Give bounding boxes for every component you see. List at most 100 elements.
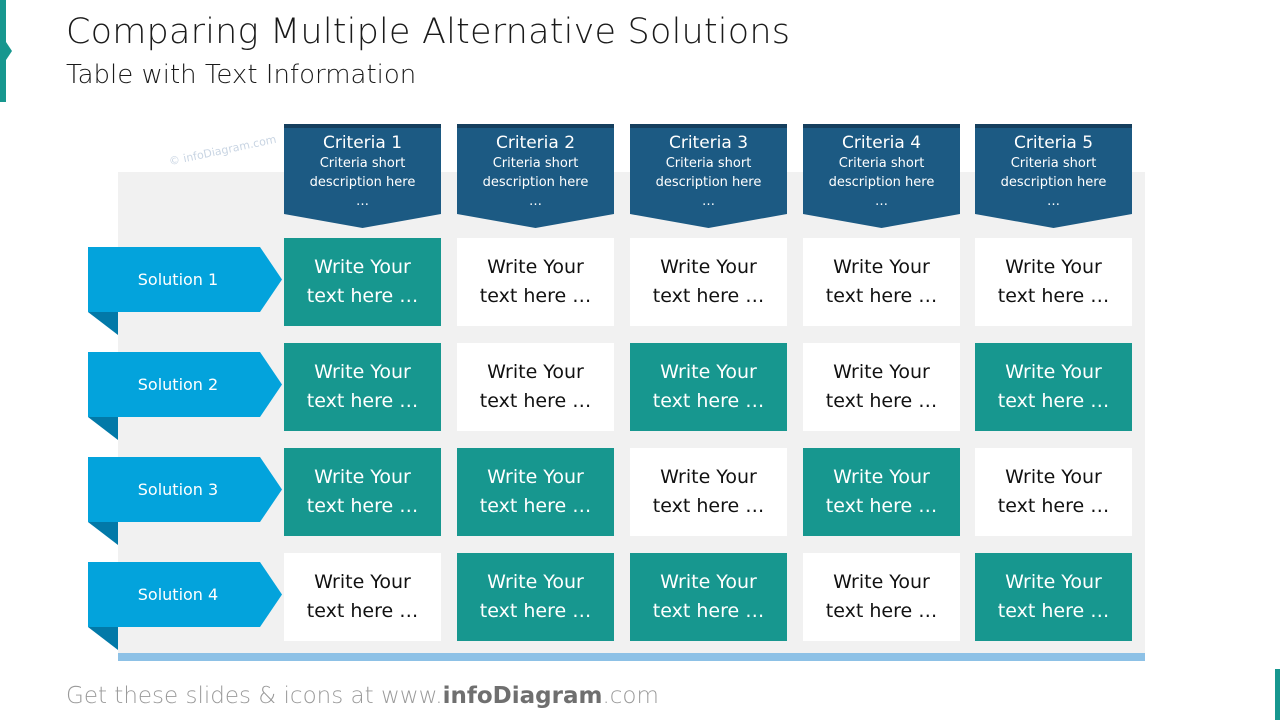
- cell-text-line1: Write Your: [833, 466, 930, 488]
- table-cell-r4-c2[interactable]: Write Your text here …: [457, 553, 614, 641]
- criteria-description-line1: Criteria short: [665, 156, 752, 171]
- cell-text-line1: Write Your: [1005, 571, 1102, 593]
- criteria-description-ellipsis: …: [875, 194, 888, 209]
- table-cell-r4-c3[interactable]: Write Your text here …: [630, 553, 787, 641]
- criteria-description-line1: Criteria short: [1010, 156, 1097, 171]
- cell-text-line1: Write Your: [487, 256, 584, 278]
- table-cell-r4-c1[interactable]: Write Your text here …: [284, 553, 441, 641]
- cell-text-line1: Write Your: [314, 361, 411, 383]
- solution-label-3: Solution 3: [88, 457, 282, 549]
- criteria-description-ellipsis: …: [702, 194, 715, 209]
- cell-text-line2: text here …: [479, 600, 592, 622]
- cell-text-line2: text here …: [652, 600, 765, 622]
- criteria-header-3: Criteria 3 Criteria short description here…: [630, 124, 787, 228]
- criteria-description-line2: description here: [1000, 175, 1107, 190]
- cell-text-line1: Write Your: [660, 361, 757, 383]
- cell-text-line2: text here …: [306, 600, 419, 622]
- cell-text-line2: text here …: [825, 390, 938, 412]
- table-cell-r2-c5[interactable]: Write Your text here …: [975, 343, 1132, 431]
- cell-text-line2: text here …: [997, 285, 1110, 307]
- criteria-title: Criteria 5: [1013, 133, 1094, 153]
- watermark: © infoDiagram.com: [167, 132, 278, 169]
- cell-text-line1: Write Your: [487, 466, 584, 488]
- cell-text-line1: Write Your: [660, 466, 757, 488]
- table-cell-r3-c4[interactable]: Write Your text here …: [803, 448, 960, 536]
- criteria-description-ellipsis: …: [356, 194, 369, 209]
- criteria-title: Criteria 3: [668, 133, 749, 153]
- cell-text-line2: text here …: [652, 495, 765, 517]
- criteria-description-ellipsis: …: [1047, 194, 1060, 209]
- table-cell-r4-c5[interactable]: Write Your text here …: [975, 553, 1132, 641]
- footer-brand: infoDiagram: [442, 683, 603, 709]
- criteria-header-2: Criteria 2 Criteria short description here…: [457, 124, 614, 228]
- cell-text-line1: Write Your: [487, 571, 584, 593]
- table-cell-r2-c3[interactable]: Write Your text here …: [630, 343, 787, 431]
- slide-title: Comparing Multiple Alternative Solutions: [66, 12, 791, 52]
- cell-text-line1: Write Your: [487, 361, 584, 383]
- cell-text-line1: Write Your: [833, 571, 930, 593]
- table-cell-r1-c3[interactable]: Write Your text here …: [630, 238, 787, 326]
- footer-prefix: Get these slides & icons at www.: [66, 683, 443, 709]
- criteria-description-line2: description here: [828, 175, 935, 190]
- footer: Get these slides & icons at www.infoDiag…: [66, 683, 659, 709]
- criteria-header-4: Criteria 4 Criteria short description here…: [803, 124, 960, 228]
- solution-label-text: Solution 1: [137, 270, 219, 289]
- left-accent-notch: [6, 42, 12, 60]
- cell-text-line1: Write Your: [1005, 256, 1102, 278]
- cell-text-line2: text here …: [479, 495, 592, 517]
- criteria-description-line1: Criteria short: [838, 156, 925, 171]
- slide-subtitle: Table with Text Information: [66, 60, 417, 90]
- cell-text-line2: text here …: [997, 600, 1110, 622]
- solution-label-1: Solution 1: [88, 247, 282, 339]
- cell-text-line2: text here …: [997, 495, 1110, 517]
- criteria-description-line2: description here: [482, 175, 589, 190]
- criteria-title: Criteria 2: [495, 133, 576, 153]
- footer-suffix: .com: [602, 683, 659, 709]
- cell-text-line2: text here …: [479, 285, 592, 307]
- criteria-title: Criteria 1: [322, 133, 403, 153]
- cell-text-line2: text here …: [825, 285, 938, 307]
- cell-text-line1: Write Your: [314, 466, 411, 488]
- solution-label-text: Solution 2: [137, 375, 219, 394]
- cell-text-line1: Write Your: [314, 571, 411, 593]
- cell-text-line2: text here …: [479, 390, 592, 412]
- table-cell-r1-c2[interactable]: Write Your text here …: [457, 238, 614, 326]
- table-cell-r1-c1[interactable]: Write Your text here …: [284, 238, 441, 326]
- criteria-description-line2: description here: [309, 175, 416, 190]
- table-cell-r3-c3[interactable]: Write Your text here …: [630, 448, 787, 536]
- criteria-header-1: Criteria 1 Criteria short description here…: [284, 124, 441, 228]
- cell-text-line2: text here …: [825, 600, 938, 622]
- table-cell-r3-c1[interactable]: Write Your text here …: [284, 448, 441, 536]
- solution-label-4: Solution 4: [88, 562, 282, 654]
- table-cell-r3-c2[interactable]: Write Your text here …: [457, 448, 614, 536]
- cell-text-line1: Write Your: [1005, 466, 1102, 488]
- cell-text-line2: text here …: [306, 285, 419, 307]
- criteria-description-ellipsis: …: [529, 194, 542, 209]
- solution-label-text: Solution 4: [137, 585, 219, 604]
- solution-label-2: Solution 2: [88, 352, 282, 444]
- table-cell-r2-c2[interactable]: Write Your text here …: [457, 343, 614, 431]
- cell-text-line2: text here …: [652, 285, 765, 307]
- cell-text-line1: Write Your: [1005, 361, 1102, 383]
- cell-text-line2: text here …: [997, 390, 1110, 412]
- criteria-header-5: Criteria 5 Criteria short description here…: [975, 124, 1132, 228]
- table-bottom-bar: [118, 653, 1145, 661]
- cell-text-line2: text here …: [306, 495, 419, 517]
- cell-text-line1: Write Your: [833, 256, 930, 278]
- cell-text-line2: text here …: [306, 390, 419, 412]
- table-cell-r1-c5[interactable]: Write Your text here …: [975, 238, 1132, 326]
- cell-text-line1: Write Your: [833, 361, 930, 383]
- table-cell-r2-c4[interactable]: Write Your text here …: [803, 343, 960, 431]
- criteria-title: Criteria 4: [841, 133, 922, 153]
- table-cell-r4-c4[interactable]: Write Your text here …: [803, 553, 960, 641]
- criteria-description-line1: Criteria short: [319, 156, 406, 171]
- table-cell-r1-c4[interactable]: Write Your text here …: [803, 238, 960, 326]
- table-cell-r3-c5[interactable]: Write Your text here …: [975, 448, 1132, 536]
- cell-text-line2: text here …: [825, 495, 938, 517]
- criteria-description-line2: description here: [655, 175, 762, 190]
- cell-text-line1: Write Your: [660, 256, 757, 278]
- cell-text-line1: Write Your: [660, 571, 757, 593]
- right-accent-bar: [1275, 669, 1280, 720]
- table-cell-r2-c1[interactable]: Write Your text here …: [284, 343, 441, 431]
- criteria-description-line1: Criteria short: [492, 156, 579, 171]
